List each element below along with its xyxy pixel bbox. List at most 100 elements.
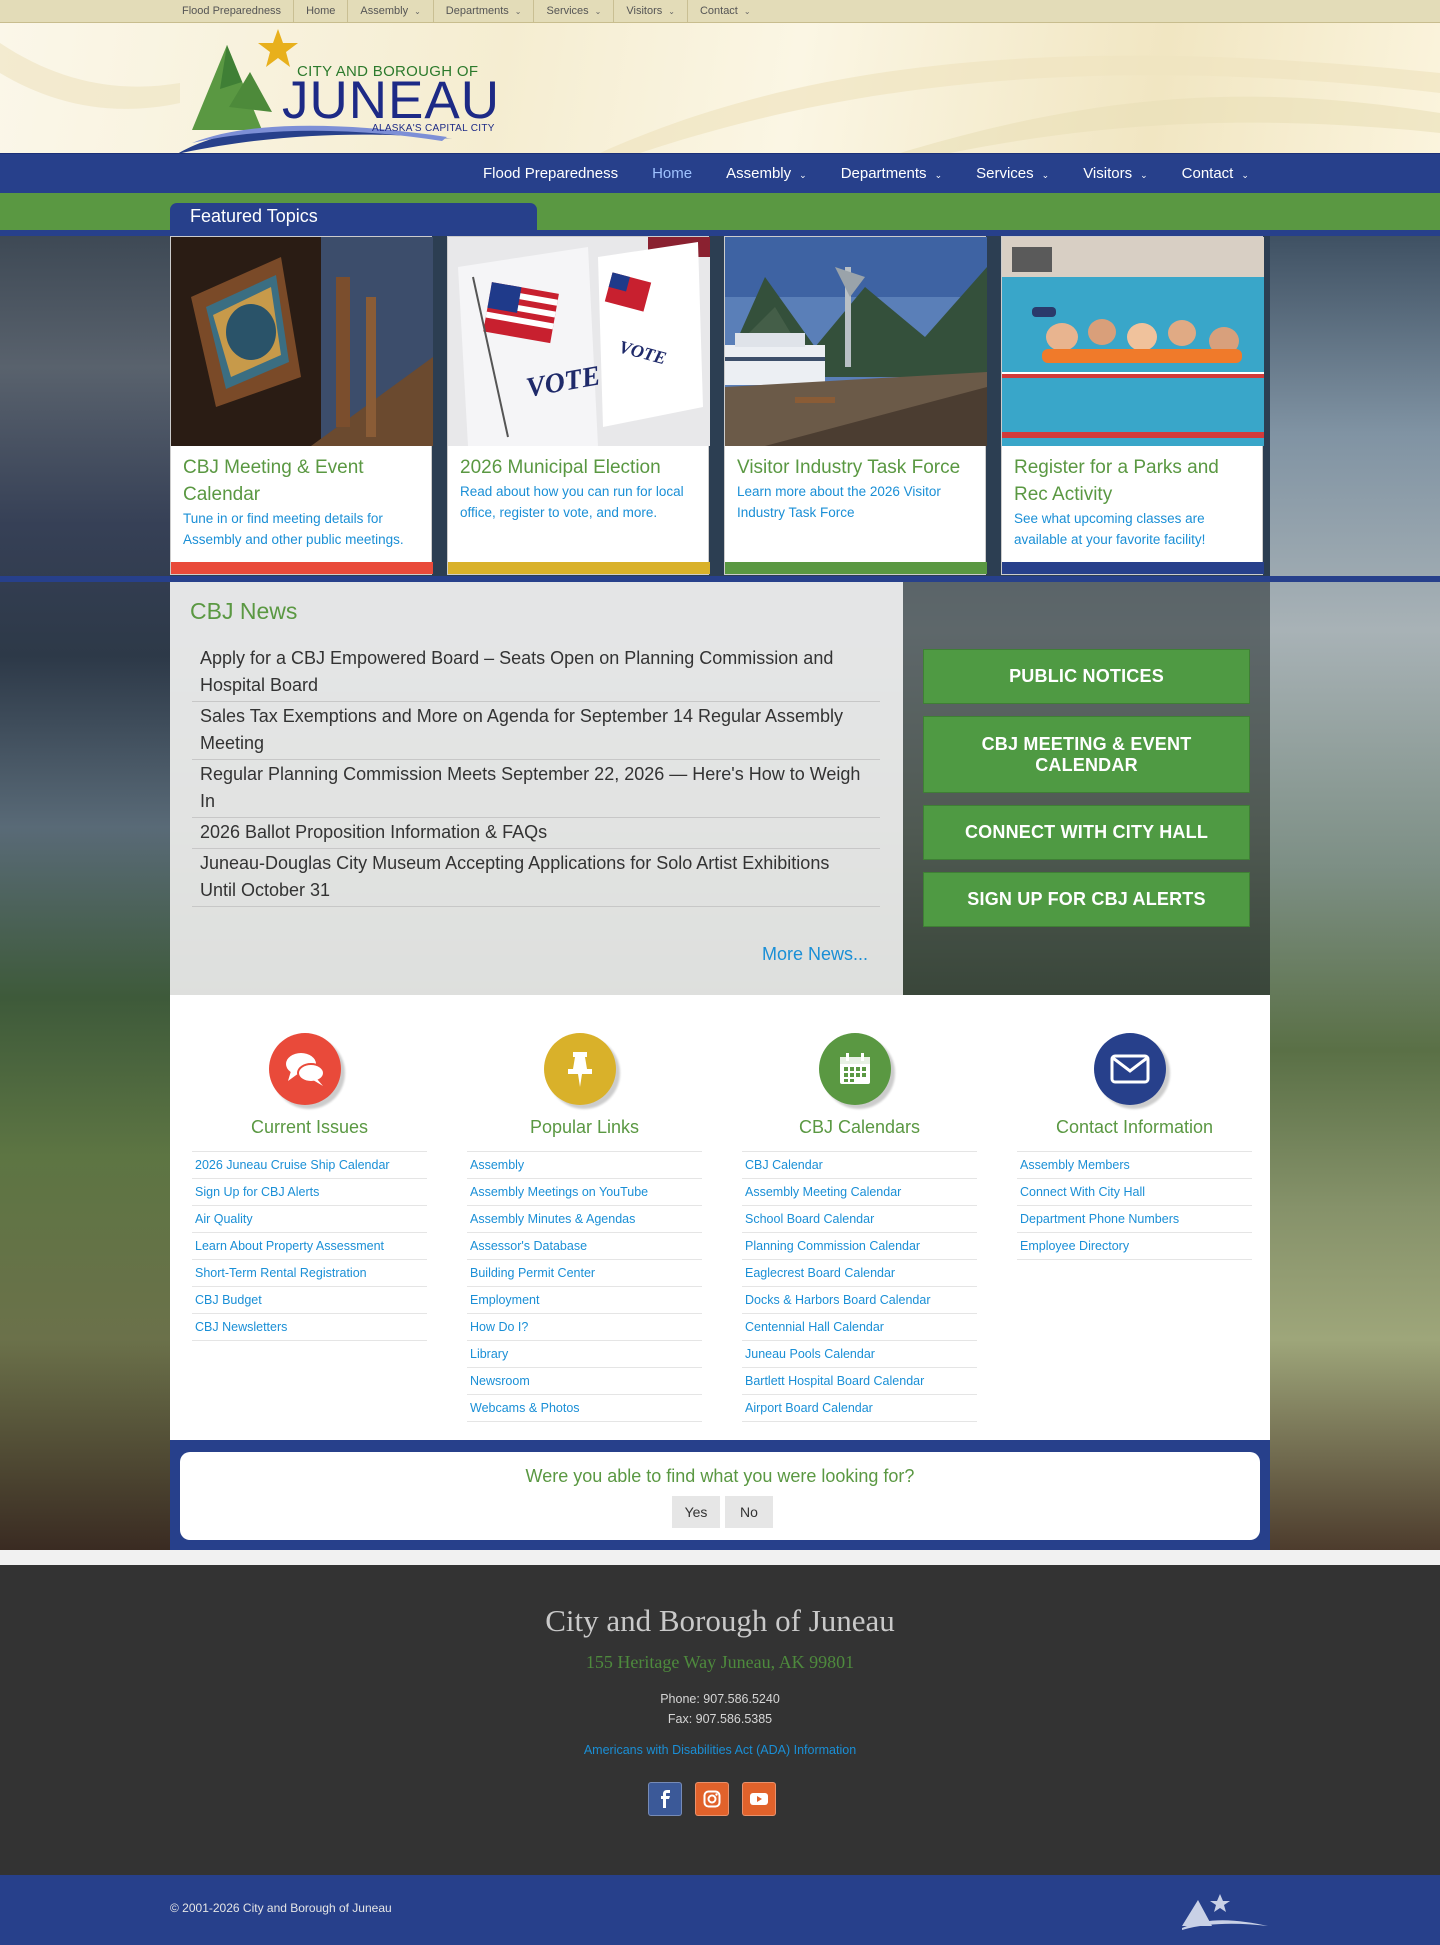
utility-nav-bar: Flood Preparedness Home Assembly ⌄ Departmen… bbox=[0, 0, 1440, 23]
main-nav-item-visitors[interactable]: Visitors ⌄ bbox=[1066, 154, 1164, 194]
utility-nav-item-contact[interactable]: Contact ⌄ bbox=[686, 0, 763, 22]
link-item[interactable]: Centennial Hall Calendar bbox=[742, 1314, 977, 1341]
nav-item-label: Assembly bbox=[726, 165, 792, 182]
column-heading: Current Issues bbox=[250, 1117, 369, 1137]
link-item[interactable]: Department Phone Numbers bbox=[1017, 1206, 1252, 1233]
link-item[interactable]: Assembly Meeting Calendar bbox=[742, 1179, 977, 1206]
public-notices-button[interactable]: PUBLIC NOTICES bbox=[923, 649, 1250, 704]
link-item[interactable]: Assembly bbox=[467, 1152, 702, 1179]
link-item[interactable]: Planning Commission Calendar bbox=[742, 1233, 977, 1260]
featured-card-meeting-calendar[interactable]: CBJ Meeting & Event Calendar Tune in or … bbox=[170, 236, 433, 575]
link-item[interactable]: Air Quality bbox=[192, 1206, 427, 1233]
youtube-icon[interactable] bbox=[742, 1782, 776, 1816]
main-nav-item-flood-preparedness[interactable]: Flood Preparedness bbox=[466, 154, 635, 194]
more-news-link[interactable]: More News... bbox=[762, 944, 868, 965]
column-heading: Popular Links bbox=[529, 1117, 640, 1137]
logo-tagline: ALASKA'S CAPITAL CITY bbox=[372, 123, 495, 134]
facebook-icon[interactable] bbox=[648, 1782, 682, 1816]
link-item[interactable]: How Do I? bbox=[467, 1314, 702, 1341]
link-item[interactable]: Short-Term Rental Registration bbox=[192, 1260, 427, 1287]
cbj-alerts-button[interactable]: SIGN UP FOR CBJ ALERTS bbox=[923, 872, 1250, 927]
link-item[interactable]: Assembly Minutes & Agendas bbox=[467, 1206, 702, 1233]
utility-nav-item-services[interactable]: Services ⌄ bbox=[533, 0, 613, 22]
footer-phone: Phone: 907.586.5240 bbox=[660, 1692, 780, 1706]
background-photo-right bbox=[1270, 236, 1440, 1550]
news-item[interactable]: Regular Planning Commission Meets Septem… bbox=[192, 760, 880, 818]
main-nav-item-services[interactable]: Services ⌄ bbox=[959, 154, 1066, 194]
featured-card-title[interactable]: Register for a Parks and Rec Activity bbox=[1014, 454, 1254, 508]
main-nav-item-departments[interactable]: Departments ⌄ bbox=[824, 154, 959, 194]
featured-card-visitor-task-force[interactable]: Visitor Industry Task Force Learn more a… bbox=[724, 236, 987, 575]
utility-nav-item-departments[interactable]: Departments ⌄ bbox=[432, 0, 534, 22]
link-item[interactable]: Airport Board Calendar bbox=[742, 1395, 977, 1422]
link-item[interactable]: Assembly Meetings on YouTube bbox=[467, 1179, 702, 1206]
featured-card-description: Tune in or find meeting details for Asse… bbox=[183, 511, 404, 547]
news-item[interactable]: Apply for a CBJ Empowered Board – Seats … bbox=[192, 644, 880, 702]
link-item[interactable]: Learn About Property Assessment bbox=[192, 1233, 427, 1260]
link-item[interactable]: CBJ Newsletters bbox=[192, 1314, 427, 1341]
link-item[interactable]: Webcams & Photos bbox=[467, 1395, 702, 1422]
featured-card-municipal-election[interactable]: VOTE VOTE 2026 Municipal Election Read a… bbox=[447, 236, 710, 575]
quick-links-panel: PUBLIC NOTICES CBJ MEETING & EVENT CALEN… bbox=[903, 582, 1270, 995]
link-item[interactable]: Connect With City Hall bbox=[1017, 1179, 1252, 1206]
meeting-calendar-button[interactable]: CBJ MEETING & EVENT CALENDAR bbox=[923, 716, 1250, 793]
featured-card-description: See what upcoming classes are available … bbox=[1014, 511, 1206, 547]
link-item[interactable]: School Board Calendar bbox=[742, 1206, 977, 1233]
nav-item-label: Flood Preparedness bbox=[182, 5, 282, 17]
main-nav-item-assembly[interactable]: Assembly ⌄ bbox=[709, 154, 824, 194]
site-header: CITY AND BOROUGH OF JUNEAU ALASKA'S CAPI… bbox=[0, 23, 1440, 153]
cbj-logo[interactable]: CITY AND BOROUGH OF JUNEAU ALASKA'S CAPI… bbox=[172, 27, 499, 153]
cbj-news-panel: CBJ News Apply for a CBJ Empowered Board… bbox=[170, 582, 903, 995]
link-item[interactable]: Juneau Pools Calendar bbox=[742, 1341, 977, 1368]
featured-card-title[interactable]: Visitor Industry Task Force bbox=[737, 454, 977, 481]
link-item[interactable]: Assembly Members bbox=[1017, 1152, 1252, 1179]
link-item[interactable]: CBJ Budget bbox=[192, 1287, 427, 1314]
footer-logo-icon bbox=[1182, 1894, 1268, 1930]
link-item[interactable]: Building Permit Center bbox=[467, 1260, 702, 1287]
utility-nav-item-assembly[interactable]: Assembly ⌄ bbox=[347, 0, 432, 22]
featured-card-title[interactable]: 2026 Municipal Election bbox=[460, 454, 700, 481]
utility-nav: Flood Preparedness Home Assembly ⌄ Departmen… bbox=[170, 0, 763, 22]
featured-card-accent bbox=[725, 562, 987, 574]
link-item[interactable]: Sign Up for CBJ Alerts bbox=[192, 1179, 427, 1206]
link-item[interactable]: 2026 Juneau Cruise Ship Calendar bbox=[192, 1152, 427, 1179]
current-issues-links: 2026 Juneau Cruise Ship Calendar Sign Up … bbox=[192, 1151, 427, 1341]
footer-bottom-bar: © 2001-2026 City and Borough of Juneau bbox=[0, 1875, 1440, 1945]
link-item[interactable]: Library bbox=[467, 1341, 702, 1368]
feedback-no-button[interactable]: No bbox=[725, 1496, 773, 1528]
link-item[interactable]: CBJ Calendar bbox=[742, 1152, 977, 1179]
utility-nav-item-flood-preparedness[interactable]: Flood Preparedness bbox=[170, 0, 293, 22]
link-item[interactable]: Assessor's Database bbox=[467, 1233, 702, 1260]
news-item[interactable]: Juneau-Douglas City Museum Accepting App… bbox=[192, 849, 880, 907]
featured-card-description: Learn more about the 2026 Visitor Indust… bbox=[737, 484, 941, 520]
utility-nav-item-visitors[interactable]: Visitors ⌄ bbox=[613, 0, 687, 22]
footer-org-name: City and Borough of Juneau bbox=[545, 1603, 895, 1638]
utility-nav-item-home[interactable]: Home bbox=[293, 0, 347, 22]
nav-item-label: Services bbox=[976, 165, 1034, 182]
link-item[interactable]: Newsroom bbox=[467, 1368, 702, 1395]
featured-card-title[interactable]: CBJ Meeting & Event Calendar bbox=[183, 454, 423, 508]
news-item[interactable]: 2026 Ballot Proposition Information & FA… bbox=[192, 818, 880, 849]
link-item[interactable]: Eaglecrest Board Calendar bbox=[742, 1260, 977, 1287]
ada-information-link[interactable]: Americans with Disabilities Act (ADA) In… bbox=[0, 1743, 1440, 1757]
feedback-section: Were you able to find what you were look… bbox=[170, 1440, 1270, 1550]
main-nav-item-contact[interactable]: Contact ⌄ bbox=[1165, 154, 1266, 194]
connect-city-hall-button[interactable]: CONNECT WITH CITY HALL bbox=[923, 805, 1250, 860]
news-list: Apply for a CBJ Empowered Board – Seats … bbox=[192, 644, 880, 907]
feedback-yes-button[interactable]: Yes bbox=[672, 1496, 720, 1528]
featured-card-parks-rec[interactable]: Register for a Parks and Rec Activity Se… bbox=[1001, 236, 1264, 575]
speech-bubbles-icon bbox=[269, 1033, 341, 1105]
link-item[interactable]: Employee Directory bbox=[1017, 1233, 1252, 1260]
instagram-icon[interactable] bbox=[695, 1782, 729, 1816]
chevron-down-icon: ⌄ bbox=[514, 7, 522, 16]
news-item[interactable]: Sales Tax Exemptions and More on Agenda … bbox=[192, 702, 880, 760]
logo-text-juneau: JUNEAU bbox=[282, 71, 501, 130]
chevron-down-icon: ⌄ bbox=[414, 7, 421, 16]
link-item[interactable]: Bartlett Hospital Board Calendar bbox=[742, 1368, 977, 1395]
main-nav-item-home[interactable]: Home bbox=[635, 154, 709, 194]
news-heading: CBJ News bbox=[190, 598, 298, 624]
nav-item-label: Departments bbox=[840, 165, 927, 182]
link-item[interactable]: Employment bbox=[467, 1287, 702, 1314]
nav-item-label: Home bbox=[306, 5, 336, 17]
link-item[interactable]: Docks & Harbors Board Calendar bbox=[742, 1287, 977, 1314]
